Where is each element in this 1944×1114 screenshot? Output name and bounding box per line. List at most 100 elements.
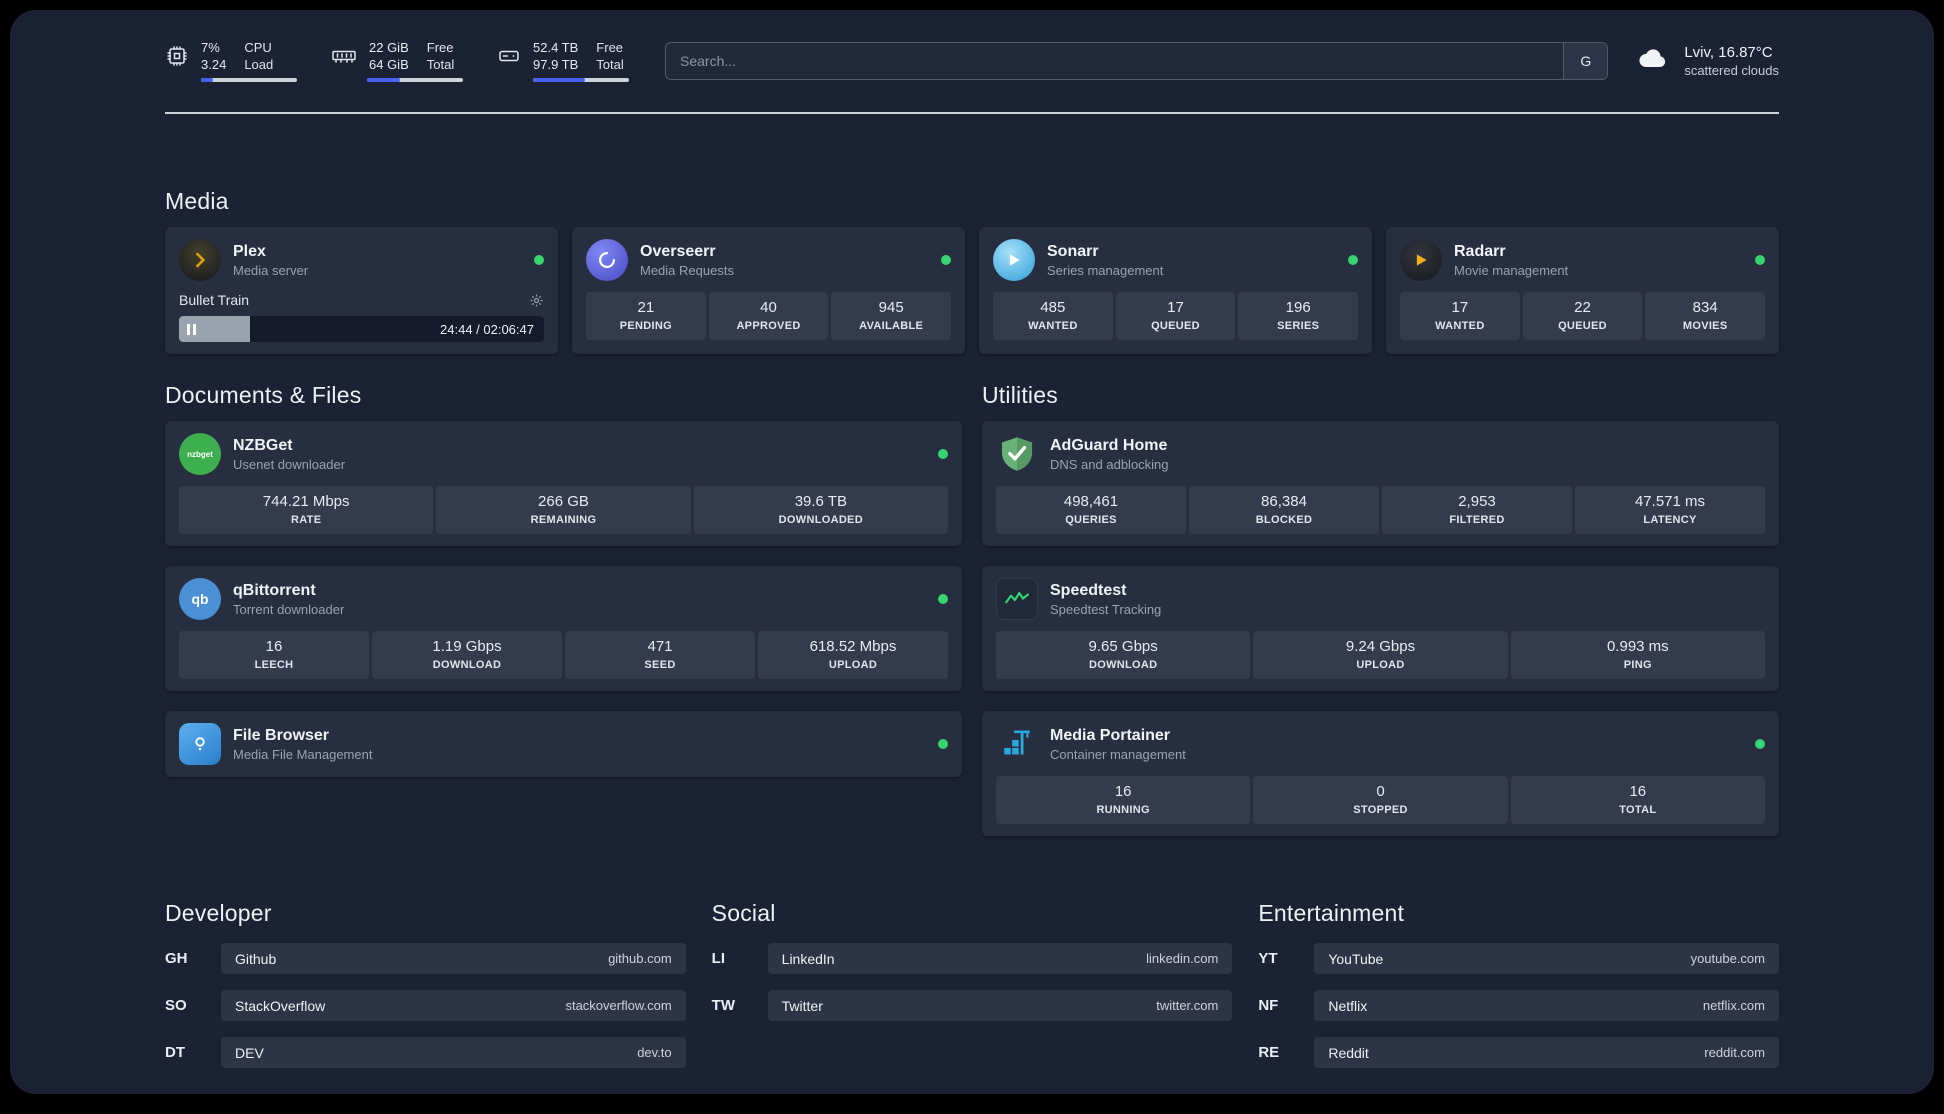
stats-row: 498,461 QUERIES 86,384 BLOCKED 2,953 FIL… bbox=[996, 486, 1765, 534]
app-desc: Series management bbox=[1047, 263, 1164, 278]
pause-button[interactable] bbox=[187, 323, 199, 335]
storage-total-label: Total bbox=[596, 57, 624, 72]
stat-tile: 9.24 Gbps UPLOAD bbox=[1253, 631, 1508, 679]
storage-progress-fill bbox=[533, 78, 585, 82]
memory-total-value: 64 GiB bbox=[369, 57, 409, 72]
storage-free-label: Free bbox=[596, 40, 624, 55]
bookmark-link-twitter[interactable]: Twitter twitter.com bbox=[767, 990, 1233, 1021]
app-name: AdGuard Home bbox=[1050, 437, 1168, 454]
stat-value: 9.65 Gbps bbox=[1088, 638, 1158, 655]
cpu-load-value: 3.24 bbox=[201, 57, 227, 72]
memory-free-label: Free bbox=[426, 40, 454, 55]
app-desc: DNS and adblocking bbox=[1050, 457, 1169, 472]
weather-location: Lviv, 16.87°C bbox=[1684, 44, 1773, 61]
bookmark-url: dev.to bbox=[637, 1045, 672, 1060]
filebrowser-icon bbox=[179, 723, 221, 765]
bookmark-link-github[interactable]: Github github.com bbox=[221, 943, 686, 974]
section-title-media: Media bbox=[165, 188, 229, 214]
bookmark-url: netflix.com bbox=[1702, 998, 1765, 1013]
bookmark-abbr: TW bbox=[711, 997, 735, 1014]
sonarr-icon bbox=[993, 239, 1035, 281]
stat-tile: 945 AVAILABLE bbox=[831, 292, 952, 340]
stat-tile: 498,461 QUERIES bbox=[996, 486, 1186, 534]
memory-progress-bar bbox=[367, 78, 463, 82]
cpu-progress-fill bbox=[201, 78, 213, 82]
bookmark-link-dev[interactable]: DEV dev.to bbox=[221, 1037, 686, 1068]
stat-tile: 0.993 ms PING bbox=[1510, 631, 1765, 679]
app-link-filebrowser[interactable]: File Browser Media File Management bbox=[179, 723, 948, 765]
app-desc: Torrent downloader bbox=[233, 602, 345, 617]
stat-label: APPROVED bbox=[736, 320, 801, 332]
app-name: Sonarr bbox=[1047, 243, 1099, 260]
bookmark-name: DEV bbox=[235, 1044, 264, 1061]
dashboard-screen: 7% 3.24 CPU Load 22 GiB 64 GiB Free Tota… bbox=[10, 10, 1934, 1094]
bookmark-row: TW Twitter twitter.com bbox=[712, 990, 1233, 1021]
weather-widget: Lviv, 16.87°C scattered clouds bbox=[1634, 43, 1779, 80]
widget-settings-icon[interactable] bbox=[529, 293, 544, 308]
bookmark-link-stackoverflow[interactable]: StackOverflow stackoverflow.com bbox=[221, 990, 686, 1021]
stat-value: 17 bbox=[1167, 299, 1184, 316]
app-link-sonarr[interactable]: Sonarr Series management bbox=[993, 239, 1358, 281]
topbar-divider bbox=[165, 112, 1779, 114]
bookmark-abbr: LI bbox=[711, 950, 725, 967]
bookmark-url: reddit.com bbox=[1704, 1045, 1765, 1060]
app-link-adguard[interactable]: AdGuard Home DNS and adblocking bbox=[996, 433, 1765, 475]
bookmark-link-linkedin[interactable]: LinkedIn linkedin.com bbox=[767, 943, 1233, 974]
plex-icon bbox=[179, 239, 221, 281]
status-dot bbox=[941, 255, 951, 265]
bookmark-row: YT YouTube youtube.com bbox=[1258, 943, 1779, 974]
storage-progress-bar bbox=[533, 78, 629, 82]
nzbget-icon: nzbget bbox=[179, 433, 221, 475]
stat-label: LEECH bbox=[254, 659, 294, 671]
entertainment-bookmarks: Entertainment YT YouTube youtube.com NF … bbox=[1258, 900, 1779, 1068]
app-link-overseerr[interactable]: Overseerr Media Requests bbox=[586, 239, 951, 281]
bookmark-row: GH Github github.com bbox=[165, 943, 686, 974]
app-name: NZBGet bbox=[233, 437, 293, 454]
stat-value: 21 bbox=[637, 299, 655, 316]
topbar: 7% 3.24 CPU Load 22 GiB 64 GiB Free Tota… bbox=[165, 10, 1779, 82]
app-link-speedtest[interactable]: Speedtest Speedtest Tracking bbox=[996, 578, 1765, 620]
bookmark-url: stackoverflow.com bbox=[565, 998, 672, 1013]
bookmark-link-netflix[interactable]: Netflix netflix.com bbox=[1314, 990, 1779, 1021]
app-desc: Container management bbox=[1050, 747, 1186, 762]
stat-label: FILTERED bbox=[1449, 514, 1505, 526]
stat-tile: 17 WANTED bbox=[1400, 292, 1520, 340]
app-link-qbittorrent[interactable]: qb qBittorrent Torrent downloader bbox=[179, 578, 948, 620]
stat-value: 196 bbox=[1285, 299, 1311, 316]
developer-bookmarks: Developer GH Github github.com SO StackO… bbox=[165, 900, 686, 1068]
stat-label: QUEUED bbox=[1151, 320, 1200, 332]
stat-value: 16 bbox=[1114, 783, 1132, 800]
search-bar: G bbox=[665, 42, 1609, 80]
app-desc: Speedtest Tracking bbox=[1050, 602, 1162, 617]
stat-value: 0 bbox=[1376, 783, 1385, 800]
app-link-plex[interactable]: Plex Media server bbox=[179, 239, 544, 281]
adguard-icon bbox=[996, 433, 1038, 475]
search-input[interactable] bbox=[666, 43, 1564, 79]
playback-progress-bar[interactable]: 24:44 / 02:06:47 bbox=[179, 316, 544, 342]
stat-label: UPLOAD bbox=[828, 659, 878, 671]
bookmark-link-reddit[interactable]: Reddit reddit.com bbox=[1314, 1037, 1779, 1068]
stat-value: 16 bbox=[1629, 783, 1647, 800]
stat-tile: 9.65 Gbps DOWNLOAD bbox=[996, 631, 1251, 679]
bookmark-abbr: NF bbox=[1258, 997, 1279, 1014]
search-engine-button[interactable]: G bbox=[1563, 43, 1608, 79]
app-link-nzbget[interactable]: nzbget NZBGet Usenet downloader bbox=[179, 433, 948, 475]
overseerr-icon bbox=[586, 239, 628, 281]
storage-free-value: 52.4 TB bbox=[533, 40, 579, 55]
stat-tile: 47.571 ms LATENCY bbox=[1575, 486, 1765, 534]
cpu-usage-value: 7% bbox=[201, 40, 220, 55]
app-link-portainer[interactable]: Media Portainer Container management bbox=[996, 723, 1765, 765]
stat-tile: 16 RUNNING bbox=[996, 776, 1251, 824]
stat-label: WANTED bbox=[1435, 320, 1485, 332]
stat-value: 471 bbox=[647, 638, 673, 655]
stat-tile: 22 QUEUED bbox=[1522, 292, 1643, 340]
bookmark-link-youtube[interactable]: YouTube youtube.com bbox=[1314, 943, 1779, 974]
section-title-entertainment: Entertainment bbox=[1258, 900, 1405, 926]
app-card-filebrowser: File Browser Media File Management bbox=[165, 711, 962, 777]
bookmark-url: github.com bbox=[608, 951, 672, 966]
stat-tile: 471 SEED bbox=[565, 631, 755, 679]
stat-value: 22 bbox=[1574, 299, 1591, 316]
stat-label: SERIES bbox=[1277, 320, 1320, 332]
bookmark-url: youtube.com bbox=[1690, 951, 1765, 966]
app-link-radarr[interactable]: Radarr Movie management bbox=[1400, 239, 1765, 281]
